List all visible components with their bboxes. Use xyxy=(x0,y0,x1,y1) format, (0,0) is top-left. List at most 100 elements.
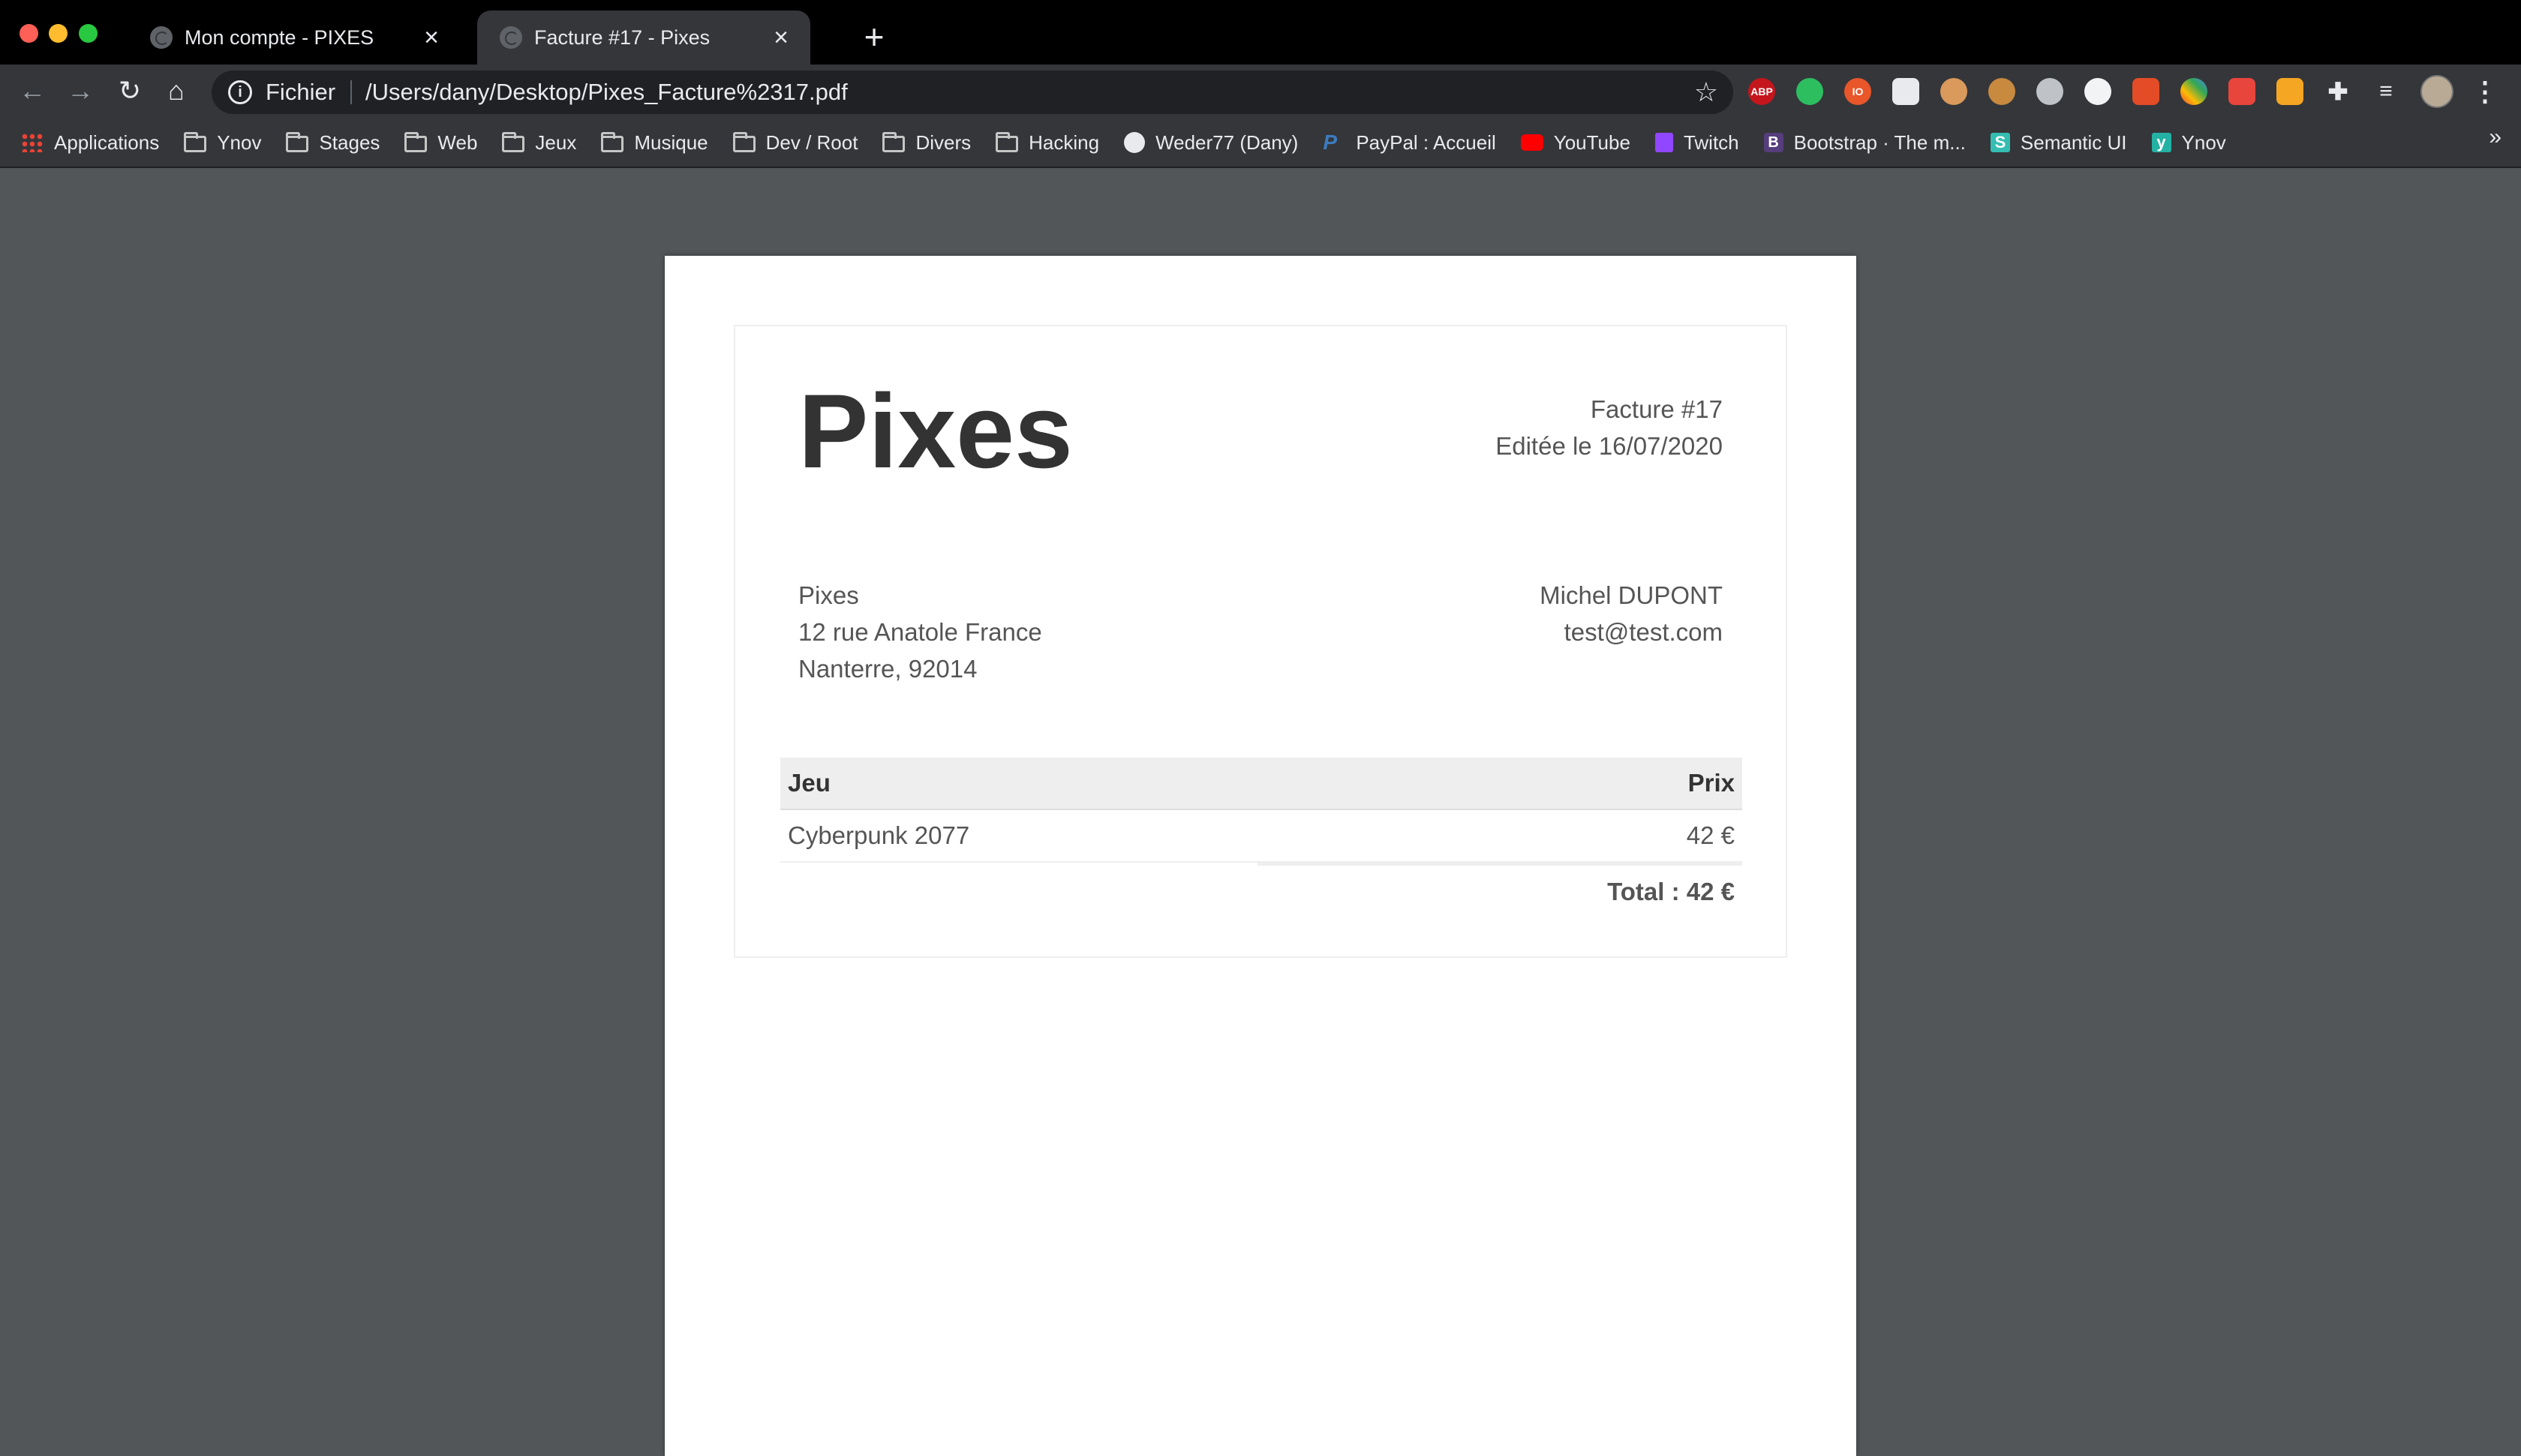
tab-mon-compte[interactable]: Mon compte - PIXES × xyxy=(128,11,461,65)
browser-toolbar: ← → ↻ ⌂ i Fichier /Users/dany/Desktop/Pi… xyxy=(0,65,2521,119)
total-amount: Total : 42 € xyxy=(1607,878,1735,905)
bookmarks-bar: Applications Ynov Stages Web Jeux Musiqu… xyxy=(0,119,2521,168)
forward-button[interactable]: → xyxy=(62,72,99,110)
invoice-box: Pixes Facture #17 Editée le 16/07/2020 P… xyxy=(734,325,1787,958)
table-row: Cyberpunk 2077 42 € xyxy=(780,810,1742,863)
bookmark-label: Ynov xyxy=(217,131,262,154)
tab-facture[interactable]: Facture #17 - Pixes × xyxy=(477,11,810,65)
adblock-icon[interactable]: ABP xyxy=(1748,78,1775,105)
bookmark-bootstrap[interactable]: B Bootstrap · The m... xyxy=(1763,131,1966,155)
bookmark-star-icon[interactable]: ☆ xyxy=(1694,77,1718,108)
menu-icon[interactable]: ⋮ xyxy=(2471,76,2498,107)
bookmark-label: Applications xyxy=(54,131,160,154)
extensions-area: ABP IO ✚ ≡ ⋮ xyxy=(1748,75,2498,108)
bookmark-ynov-site[interactable]: y Ynov xyxy=(2151,131,2226,155)
bookmark-label: Ynov xyxy=(2181,131,2226,154)
ynov-icon: y xyxy=(2151,133,2171,152)
folder-icon xyxy=(286,132,309,152)
bookmark-label: Musique xyxy=(634,131,708,154)
avatar[interactable] xyxy=(2420,75,2453,108)
minimize-window-button[interactable] xyxy=(49,24,68,43)
reload-button[interactable]: ↻ xyxy=(111,72,149,110)
items-table: Jeu Prix Cyberpunk 2077 42 € Total : 42 … xyxy=(780,758,1742,918)
column-header-price: Prix xyxy=(1687,769,1735,797)
close-tab-icon[interactable]: × xyxy=(420,25,443,50)
cookie-icon[interactable] xyxy=(1988,78,2015,105)
bookmark-label: Web xyxy=(437,131,478,154)
tab-strip: Mon compte - PIXES × Facture #17 - Pixes… xyxy=(0,0,2521,65)
bookmark-divers[interactable]: Divers xyxy=(882,131,971,155)
semantic-ui-icon: S xyxy=(1990,133,2010,152)
back-button[interactable]: ← xyxy=(14,72,51,110)
pdf-page: Pixes Facture #17 Editée le 16/07/2020 P… xyxy=(665,256,1856,1456)
maximize-window-button[interactable] xyxy=(79,24,98,43)
tab-title: Facture #17 - Pixes xyxy=(534,26,711,49)
bookmark-twitch[interactable]: Twitch xyxy=(1654,131,1739,155)
seller-name: Pixes xyxy=(798,581,859,609)
seller-city: Nanterre, 92014 xyxy=(798,655,978,683)
bookmark-github[interactable]: Weder77 (Dany) xyxy=(1124,131,1298,155)
puzzle-icon[interactable]: ✚ xyxy=(2324,78,2351,105)
bookmark-label: Stages xyxy=(319,131,380,154)
folder-icon xyxy=(404,132,428,152)
globe-icon xyxy=(500,26,522,49)
ball-icon[interactable] xyxy=(2084,78,2111,105)
url-text[interactable]: /Users/dany/Desktop/Pixes_Facture%2317.p… xyxy=(365,79,1694,106)
media-control-icon[interactable]: ≡ xyxy=(2372,78,2399,105)
scheme-label: Fichier xyxy=(266,79,336,105)
evernote-icon[interactable] xyxy=(1796,78,1823,105)
bookmark-stages[interactable]: Stages xyxy=(286,131,380,155)
bookmarks-overflow-button[interactable]: » xyxy=(2489,125,2501,150)
grid-icon[interactable] xyxy=(2276,78,2303,105)
folder-icon xyxy=(732,132,756,152)
bookmark-label: Semantic UI xyxy=(2020,131,2127,154)
bookmark-label: PayPal : Accueil xyxy=(1356,131,1496,154)
invoice-meta: Facture #17 Editée le 16/07/2020 xyxy=(1495,391,1723,464)
gear-icon[interactable] xyxy=(2036,78,2063,105)
bookmark-dev-root[interactable]: Dev / Root xyxy=(732,131,858,155)
info-icon[interactable]: i xyxy=(228,80,252,104)
close-tab-icon[interactable]: × xyxy=(770,25,792,50)
tab-title: Mon compte - PIXES xyxy=(185,26,374,49)
bookmark-web[interactable]: Web xyxy=(404,131,477,155)
bookmark-hacking[interactable]: Hacking xyxy=(996,131,1099,155)
bookmark-label: Bootstrap · The m... xyxy=(1793,131,1966,154)
folder-icon xyxy=(601,132,624,152)
bookmark-jeux[interactable]: Jeux xyxy=(502,131,576,155)
brand-title: Pixes xyxy=(798,372,1073,490)
io-icon[interactable]: IO xyxy=(1844,78,1871,105)
customer-name: Michel DUPONT xyxy=(1540,581,1723,609)
globe-icon xyxy=(150,26,173,49)
table-header: Jeu Prix xyxy=(780,758,1742,810)
bookmark-youtube[interactable]: YouTube xyxy=(1520,131,1630,155)
sheet-icon[interactable] xyxy=(1892,78,1919,105)
palette-icon[interactable] xyxy=(2180,78,2207,105)
bookmark-label: YouTube xyxy=(1553,131,1630,154)
seller-street: 12 rue Anatole France xyxy=(798,618,1042,646)
home-button[interactable]: ⌂ xyxy=(158,72,195,110)
bootstrap-icon: B xyxy=(1763,133,1783,152)
item-game: Cyberpunk 2077 xyxy=(788,821,970,849)
new-tab-button[interactable]: + xyxy=(855,18,893,56)
github-icon xyxy=(1124,132,1146,153)
seller-address: Pixes 12 rue Anatole France Nanterre, 92… xyxy=(798,577,1042,687)
bookmark-paypal[interactable]: P PayPal : Accueil xyxy=(1323,131,1495,155)
bookmark-label: Jeux xyxy=(535,131,577,154)
folder-icon xyxy=(502,132,525,152)
total-row: Total : 42 € xyxy=(780,866,1742,918)
bookmark-semantic-ui[interactable]: S Semantic UI xyxy=(1990,131,2127,155)
bookmark-label: Twitch xyxy=(1683,131,1739,154)
fire-icon[interactable] xyxy=(2228,78,2255,105)
bookmark-label: Weder77 (Dany) xyxy=(1155,131,1299,154)
folder-icon xyxy=(184,132,207,152)
bookmark-musique[interactable]: Musique xyxy=(601,131,708,155)
close-window-button[interactable] xyxy=(20,24,38,43)
bars-icon[interactable] xyxy=(2132,78,2159,105)
address-bar[interactable]: i Fichier /Users/dany/Desktop/Pixes_Fact… xyxy=(212,71,1733,114)
brain-icon[interactable] xyxy=(1940,78,1967,105)
invoice-date: Editée le 16/07/2020 xyxy=(1495,432,1723,460)
bookmark-applications[interactable]: Applications xyxy=(21,131,159,155)
divider xyxy=(350,80,353,104)
column-header-game: Jeu xyxy=(788,769,831,797)
bookmark-ynov-folder[interactable]: Ynov xyxy=(184,131,261,155)
